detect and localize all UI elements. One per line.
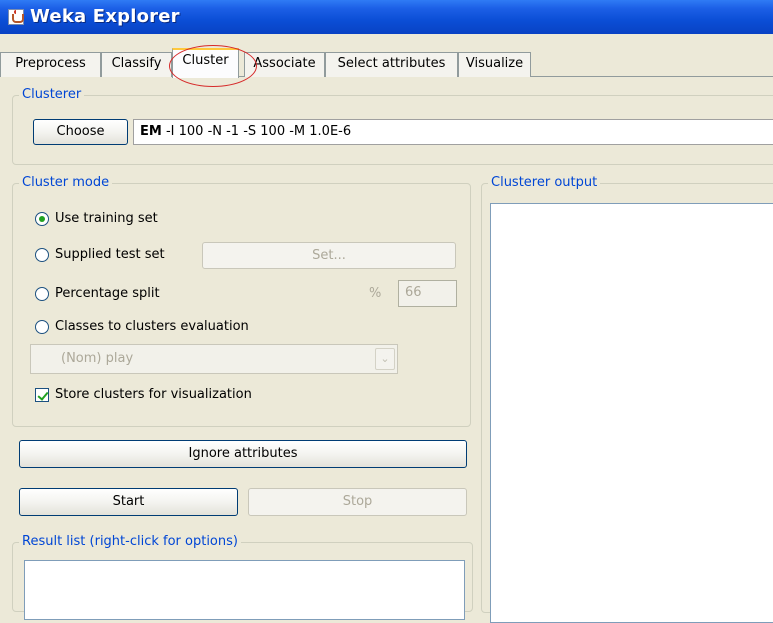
radio-icon[interactable]	[35, 287, 49, 301]
cluster-mode-group: Cluster mode Use training set Supplied t…	[12, 175, 471, 427]
radio-icon[interactable]	[35, 320, 49, 334]
clusterer-output-title: Clusterer output	[488, 175, 601, 191]
classes-to-clusters-option[interactable]: Classes to clusters evaluation	[35, 318, 315, 338]
clusterer-output-group: Clusterer output	[481, 175, 773, 623]
title-bar: Weka Explorer	[0, 0, 773, 34]
percentage-split-option[interactable]: Percentage split	[35, 285, 205, 305]
clusterer-title: Clusterer	[19, 87, 85, 103]
cluster-mode-title: Cluster mode	[19, 175, 113, 191]
store-clusters-option[interactable]: Store clusters for visualization	[35, 386, 335, 406]
cluster-tab-highlight	[169, 45, 257, 87]
clusterer-config-field[interactable]: EM -I 100 -N -1 -S 100 -M 1.0E-6	[133, 119, 773, 145]
chevron-down-icon[interactable]: ⌄	[375, 348, 395, 370]
tab-select-attributes[interactable]: Select attributes	[325, 52, 458, 77]
classes-to-clusters-label: Classes to clusters evaluation	[55, 319, 249, 334]
window-title: Weka Explorer	[30, 6, 180, 27]
use-training-set-label: Use training set	[55, 211, 158, 226]
tab-classify[interactable]: Classify	[101, 52, 172, 77]
use-training-set-option[interactable]: Use training set	[35, 210, 235, 230]
clusterer-options: -I 100 -N -1 -S 100 -M 1.0E-6	[165, 124, 352, 139]
start-button[interactable]: Start	[19, 488, 238, 516]
class-attribute-value: (Nom) play	[61, 351, 134, 366]
result-list-group: Result list (right-click for options)	[12, 534, 473, 620]
percentage-field[interactable]: 66	[398, 280, 457, 307]
choose-button[interactable]: Choose	[33, 119, 128, 145]
clusterer-algorithm: EM	[140, 124, 162, 139]
percent-symbol: %	[369, 286, 382, 301]
set-button[interactable]: Set...	[202, 242, 456, 269]
supplied-test-set-label: Supplied test set	[55, 247, 165, 262]
radio-icon[interactable]	[35, 212, 49, 226]
tab-visualize[interactable]: Visualize	[458, 52, 531, 77]
clusterer-output-panel[interactable]	[490, 203, 773, 623]
tab-preprocess[interactable]: Preprocess	[0, 52, 101, 77]
result-list-title: Result list (right-click for options)	[19, 534, 241, 550]
percentage-split-label: Percentage split	[55, 286, 160, 301]
ignore-attributes-button[interactable]: Ignore attributes	[19, 440, 467, 468]
radio-icon[interactable]	[35, 248, 49, 262]
stop-button: Stop	[248, 488, 467, 516]
class-attribute-select[interactable]: (Nom) play ⌄	[30, 344, 398, 374]
tab-bar: Preprocess Classify Cluster Associate Se…	[0, 47, 773, 78]
clusterer-group: Clusterer Choose EM -I 100 -N -1 -S 100 …	[12, 87, 773, 165]
result-list-panel[interactable]	[24, 560, 465, 620]
java-cup-icon	[8, 9, 24, 25]
store-clusters-label: Store clusters for visualization	[55, 387, 252, 402]
supplied-test-set-option[interactable]: Supplied test set	[35, 246, 205, 266]
checkbox-icon[interactable]	[35, 388, 49, 402]
